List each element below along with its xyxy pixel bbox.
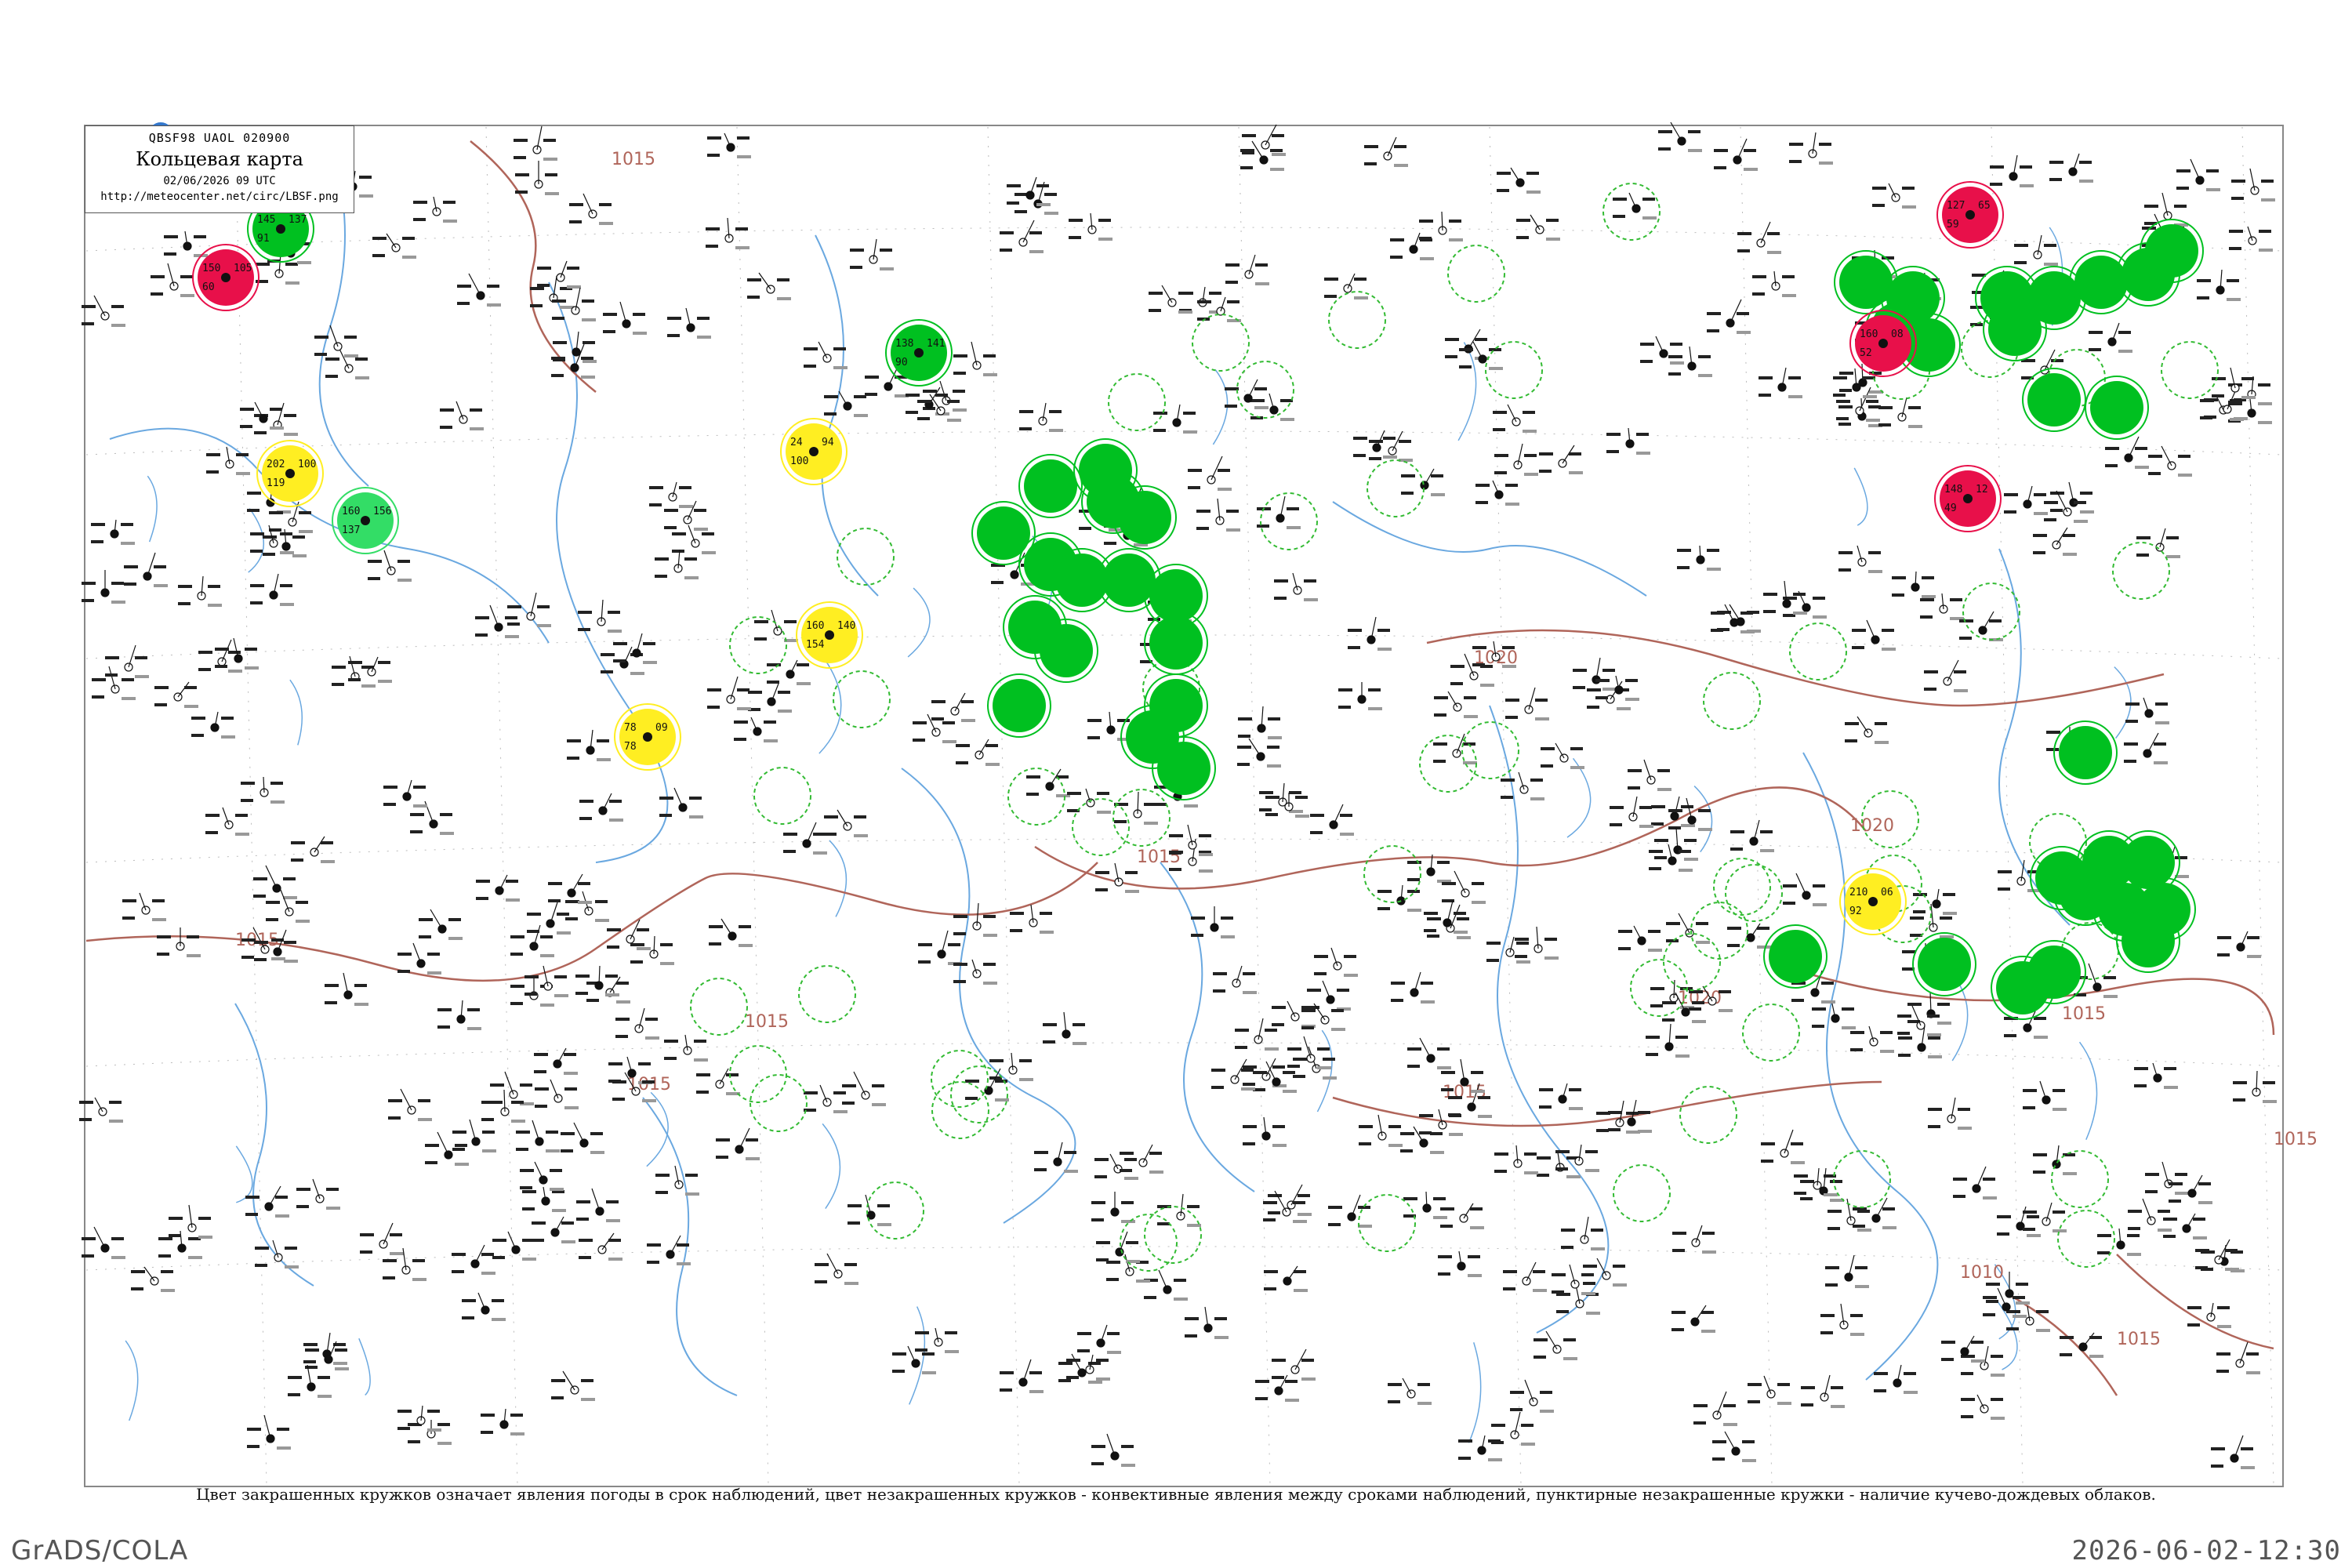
station-pressure: 06 — [1881, 887, 1893, 898]
station-temp: 160 — [342, 506, 360, 517]
station-dot — [1868, 897, 1878, 906]
rain-station-marker — [1149, 616, 1203, 670]
station-pressure: 105 — [234, 263, 252, 274]
station-temp: 78 — [624, 722, 637, 734]
rain-station-marker — [2027, 946, 2081, 999]
station-dot — [1965, 210, 1975, 220]
station-dot — [643, 732, 652, 742]
observation-datetime: 02/06/2026 09 UTC — [163, 175, 276, 187]
station-thunder: 148 12 49 — [1934, 465, 2002, 532]
bulletin-code: QBSF98 UAOL 020900 — [148, 131, 291, 145]
station-dewpoint: 91 — [257, 233, 270, 245]
map-title: Кольцевая карта — [136, 148, 303, 170]
isobar-label: 1015 — [745, 1012, 789, 1032]
station-pressure: 94 — [822, 437, 834, 448]
legend-caption: Цвет закрашенных кружков означает явлени… — [196, 1485, 2156, 1504]
station-haze: 210 06 92 — [1839, 868, 1907, 935]
isobar-label: 1015 — [2274, 1130, 2318, 1149]
software-credit: GrADS/COLA — [11, 1535, 189, 1566]
station-thunder: 150 105 60 — [192, 244, 260, 311]
rain-station-marker — [2074, 256, 2128, 309]
station-dewpoint: 52 — [1860, 347, 1872, 359]
station-pressure: 12 — [1976, 484, 1988, 495]
station-temp: 202 — [267, 459, 285, 470]
isobar-label: 1015 — [2062, 1004, 2106, 1024]
station-thunder: 160 08 52 — [1849, 310, 1917, 377]
station-dewpoint: 90 — [895, 357, 908, 368]
rain-station-marker — [2027, 271, 2081, 325]
rain-station-marker — [1157, 742, 1210, 795]
station-dot — [285, 469, 295, 478]
station-dewpoint: 60 — [202, 281, 215, 293]
source-url[interactable]: http://meteocenter.net/circ/LBSF.png — [85, 191, 354, 203]
station-rain: 138 141 90 — [885, 319, 953, 387]
isobar-label: 1015 — [2117, 1330, 2161, 1349]
rain-station-marker — [1055, 554, 1109, 607]
isobar-label: 1015 — [1137, 848, 1181, 867]
station-haze: 202 100 119 — [256, 440, 324, 507]
isobar-label: 1015 — [612, 150, 655, 169]
rain-station-marker — [2122, 836, 2175, 889]
station-dewpoint: 49 — [1944, 503, 1957, 514]
rain-station-marker — [1102, 554, 1156, 607]
render-timestamp: 2026-06-02-12:30 — [2071, 1535, 2341, 1566]
station-temp: 145 — [257, 214, 275, 226]
station-dewpoint: 119 — [267, 477, 285, 489]
map-title-box: QBSF98 UAOL 020900 Кольцевая карта 02/06… — [85, 125, 354, 213]
station-dot — [276, 224, 285, 234]
rain-station-marker — [2122, 914, 2175, 967]
rain-station-marker — [2027, 373, 2081, 426]
station-temp: 160 — [1860, 328, 1878, 340]
station-temp: 160 — [806, 620, 824, 632]
station-pressure: 156 — [373, 506, 391, 517]
station-dewpoint: 59 — [1947, 219, 1959, 230]
station-dot — [914, 348, 924, 358]
rain-station-marker — [2090, 381, 2143, 434]
rain-station-marker — [2145, 224, 2198, 278]
rain-station-marker — [993, 679, 1046, 732]
rain-station-marker — [1769, 930, 1822, 983]
station-temp: 24 — [790, 437, 803, 448]
station-dewpoint: 92 — [1849, 906, 1862, 917]
station-dewpoint: 154 — [806, 639, 825, 651]
station-dot — [825, 630, 834, 640]
station-pressure: 141 — [927, 338, 945, 350]
station-dot — [221, 273, 230, 282]
station-pressure: 65 — [1978, 200, 1991, 212]
station-shower: 160 156 137 — [332, 487, 399, 554]
station-dewpoint: 137 — [342, 524, 360, 536]
isobar-label: 1010 — [1960, 1263, 2004, 1283]
station-thunder: 127 65 59 — [1936, 181, 2004, 249]
rain-station-marker — [1024, 459, 1077, 513]
rain-station-marker — [2059, 726, 2112, 779]
station-dot — [361, 516, 370, 525]
weather-map: 1015101510151015 10151015 1015101510201020… — [79, 122, 2318, 1487]
station-temp: 150 — [202, 263, 220, 274]
station-pressure: 09 — [655, 722, 668, 734]
station-pressure: 140 — [837, 620, 855, 632]
station-haze: 160 140 154 — [796, 601, 863, 669]
station-haze: 24 94 100 — [780, 418, 848, 485]
station-haze: 78 09 78 — [614, 703, 681, 771]
station-pressure: 08 — [1891, 328, 1904, 340]
station-dot — [1878, 339, 1888, 348]
rain-station-marker — [1918, 938, 1971, 991]
station-pressure: 137 — [289, 214, 307, 226]
rain-station-marker — [1149, 569, 1203, 622]
station-temp: 127 — [1947, 200, 1965, 212]
station-dot — [809, 447, 818, 456]
rain-station-marker — [1040, 624, 1093, 677]
station-dot — [1963, 494, 1973, 503]
station-dewpoint: 100 — [790, 456, 808, 467]
isobar-label: 1020 — [1850, 816, 1894, 836]
station-temp: 138 — [895, 338, 913, 350]
station-temp: 210 — [1849, 887, 1867, 898]
station-pressure: 100 — [298, 459, 316, 470]
rain-station-marker — [1118, 491, 1171, 544]
station-temp: 148 — [1944, 484, 1962, 495]
station-dewpoint: 78 — [624, 741, 637, 753]
